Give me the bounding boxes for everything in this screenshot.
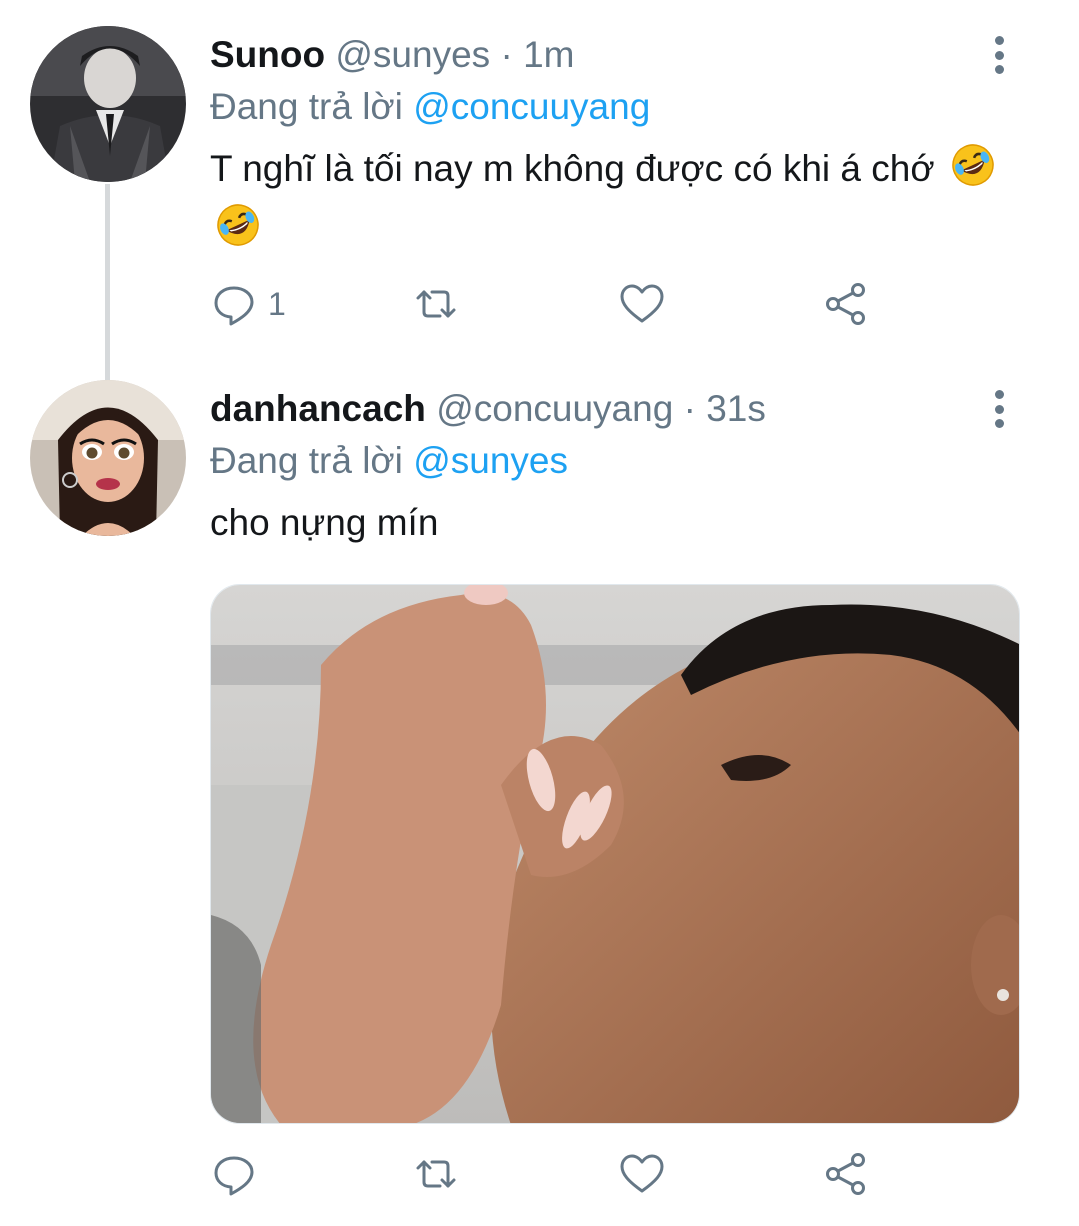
retweet-icon <box>416 290 456 318</box>
reply-button[interactable]: 1 <box>210 276 286 332</box>
retweet-button[interactable] <box>412 276 470 332</box>
replying-to-label: Đang trả lời <box>210 86 403 127</box>
tweet-media-image[interactable] <box>210 584 1020 1124</box>
tweet-header: Sunoo @sunyes · 1m <box>210 30 1009 80</box>
reply-icon <box>214 286 254 326</box>
tweet-text-content: cho nựng mín <box>210 502 439 543</box>
rolling-on-floor-laughing-emoji <box>216 203 260 262</box>
reply-mention-link[interactable]: @concuuyang <box>413 86 650 127</box>
display-name[interactable]: danhancach <box>210 388 426 429</box>
thread-connector-line <box>105 184 110 380</box>
rolling-on-floor-laughing-emoji <box>951 143 995 202</box>
avatar-danhancach[interactable] <box>30 380 186 536</box>
reply-count: 1 <box>268 285 286 322</box>
tweet-text-content: T nghĩ là tối nay m không được có khi á … <box>210 148 935 189</box>
tweet-sunoo[interactable]: Sunoo @sunyes · 1m Đang trả lời @concuuy… <box>0 0 1079 380</box>
separator-dot: · <box>683 388 696 429</box>
more-options-icon[interactable] <box>987 30 1011 80</box>
timestamp[interactable]: 31s <box>706 388 766 429</box>
share-button[interactable] <box>822 276 870 332</box>
tweet-actions: 1 <box>210 276 890 332</box>
share-icon <box>826 1153 865 1195</box>
separator-dot: · <box>500 34 513 75</box>
replying-to-label: Đang trả lời <box>210 440 403 481</box>
display-name[interactable]: Sunoo <box>210 34 325 75</box>
tweet-text: cho nựng mín <box>210 496 1009 550</box>
share-icon <box>826 283 865 325</box>
tweet-danhancach[interactable]: danhancach @concuuyang · 31s Đang trả lờ… <box>0 370 1079 1226</box>
reply-icon <box>214 1156 254 1196</box>
reply-mention-link[interactable]: @sunyes <box>413 440 568 481</box>
user-handle[interactable]: @concuuyang <box>436 388 673 429</box>
reply-button[interactable] <box>210 1146 268 1202</box>
tweet-body: danhancach @concuuyang · 31s Đang trả lờ… <box>210 384 1009 550</box>
like-button[interactable] <box>618 276 676 332</box>
tweet-actions <box>210 1146 890 1202</box>
share-button[interactable] <box>822 1146 870 1202</box>
like-icon <box>620 1154 664 1193</box>
avatar-sunoo[interactable] <box>30 26 186 182</box>
tweet-text: T nghĩ là tối nay m không được có khi á … <box>210 142 1009 262</box>
replying-to: Đang trả lời @concuuyang <box>210 80 1009 134</box>
user-handle[interactable]: @sunyes <box>335 34 490 75</box>
like-button[interactable] <box>618 1146 676 1202</box>
more-options-icon[interactable] <box>987 384 1011 434</box>
tweet-body: Sunoo @sunyes · 1m Đang trả lời @concuuy… <box>210 30 1009 262</box>
replying-to: Đang trả lời @sunyes <box>210 434 1009 488</box>
retweet-button[interactable] <box>412 1146 470 1202</box>
timestamp[interactable]: 1m <box>523 34 574 75</box>
like-icon <box>620 284 664 323</box>
retweet-icon <box>416 1160 456 1188</box>
tweet-header: danhancach @concuuyang · 31s <box>210 384 1009 434</box>
